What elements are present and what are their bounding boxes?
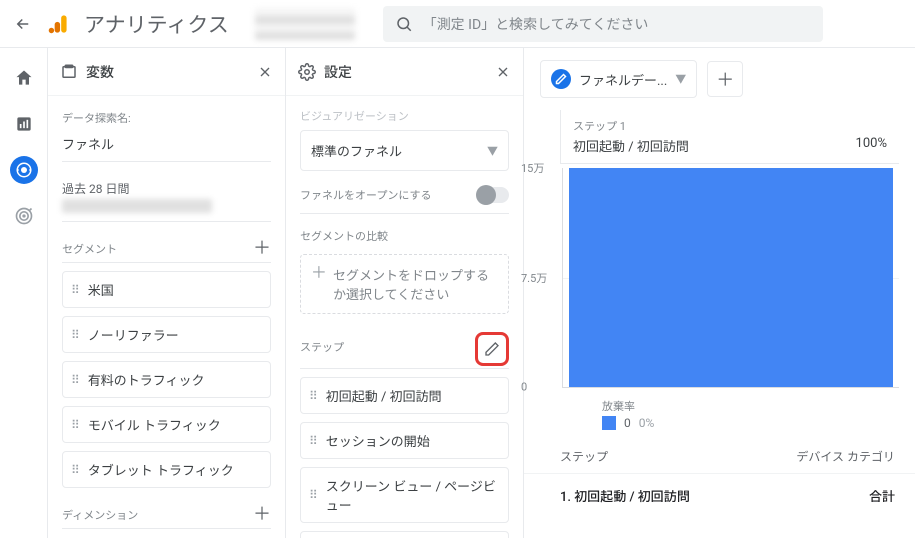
drag-handle-icon: ⠿ <box>309 489 318 501</box>
nav-explore-icon[interactable] <box>10 156 38 184</box>
chart-step-heading: ステップ 1 初回起動 / 初回訪問 100% <box>560 110 899 164</box>
chip-label: モバイル トラフィック <box>88 415 221 434</box>
date-range-blurred <box>62 199 212 213</box>
chip-label: 米国 <box>88 280 114 299</box>
table-cell: 合計 <box>869 486 895 505</box>
chip-label: タブレット トラフィック <box>88 460 234 479</box>
step-name: 初回起動 / 初回訪問 <box>573 136 689 155</box>
legend-swatch <box>602 416 616 430</box>
nav-rail <box>0 48 48 538</box>
plus-icon: ＋ <box>311 265 327 281</box>
search-input[interactable]: 「測定 ID」と検索してみてください <box>383 6 823 42</box>
segment-chip[interactable]: ⠿ モバイル トラフィック <box>62 406 271 443</box>
segment-compare-label: セグメントの比較 <box>300 228 509 244</box>
open-funnel-label: ファネルをオープンにする <box>300 187 431 203</box>
step-chip[interactable]: ⠿購入 <box>300 531 509 538</box>
visualization-dropdown[interactable]: 標準のファネル ▼ <box>300 130 509 171</box>
step-percentage: 100% <box>856 136 887 155</box>
table-header-cell: ステップ <box>560 448 608 465</box>
dropdown-value: 標準のファネル <box>311 141 402 160</box>
dimensions-section-title: ディメンション <box>62 507 138 523</box>
chip-label: 有料のトラフィック <box>88 370 205 389</box>
chip-label: セッションの開始 <box>326 431 430 450</box>
table-cell: 1. 初回起動 / 初回訪問 <box>560 486 690 505</box>
chip-label: ノーリファラー <box>88 325 179 344</box>
analytics-logo-icon <box>46 11 72 37</box>
y-axis-tick: 7.5万 <box>521 270 547 286</box>
back-arrow-icon[interactable] <box>8 9 38 39</box>
nav-reports-icon[interactable] <box>10 110 38 138</box>
drag-handle-icon: ⠿ <box>71 464 80 476</box>
drag-handle-icon: ⠿ <box>309 435 318 447</box>
nav-target-icon[interactable] <box>10 202 38 230</box>
edit-tab-icon <box>551 69 571 89</box>
segment-chip[interactable]: ⠿ タブレット トラフィック <box>62 451 271 488</box>
chip-label: スクリーン ビュー / ページビュー <box>326 476 500 514</box>
variables-icon <box>60 63 78 81</box>
y-axis-tick: 0 <box>521 381 527 394</box>
segment-dropzone[interactable]: ＋ セグメントをドロップするか選択してください <box>300 254 509 314</box>
steps-label: ステップ <box>300 339 344 355</box>
segment-chip[interactable]: ⠿ 米国 <box>62 271 271 308</box>
search-icon <box>395 15 413 33</box>
open-funnel-toggle[interactable] <box>477 187 509 203</box>
chart-bar <box>569 168 893 387</box>
drag-handle-icon: ⠿ <box>71 374 80 386</box>
edit-steps-button-highlighted[interactable] <box>475 332 509 366</box>
legend-title: 放棄率 <box>602 398 654 414</box>
gear-icon <box>298 63 316 81</box>
table-header-cell: デバイス カテゴリ <box>796 448 895 465</box>
step-chip[interactable]: ⠿ スクリーン ビュー / ページビュー <box>300 467 509 523</box>
nav-home-icon[interactable] <box>10 64 38 92</box>
step-kicker: ステップ 1 <box>573 118 887 134</box>
funnel-chart: 15万 7.5万 0 <box>562 168 899 388</box>
exploration-tab[interactable]: ファネルデー... ▼ <box>540 60 697 98</box>
exploration-name-label: データ探索名: <box>62 110 271 126</box>
app-title: アナリティクス <box>84 9 229 39</box>
step-chip[interactable]: ⠿ 初回起動 / 初回訪問 <box>300 377 509 414</box>
close-settings-icon[interactable] <box>495 64 511 80</box>
chevron-down-icon[interactable]: ▼ <box>675 71 686 87</box>
segment-chip[interactable]: ⠿ 有料のトラフィック <box>62 361 271 398</box>
date-range-label[interactable]: 過去 28 日間 <box>62 180 271 197</box>
legend-value: 0 <box>624 416 631 430</box>
add-tab-button[interactable]: ＋ <box>707 61 743 97</box>
exploration-name-input[interactable]: ファネル <box>62 130 271 162</box>
legend-pct: 0% <box>639 416 655 430</box>
add-segment-button[interactable]: ＋ <box>253 240 271 258</box>
close-variables-icon[interactable] <box>257 64 273 80</box>
variables-panel-title: 変数 <box>86 62 114 82</box>
dropzone-text: セグメントをドロップするか選択してください <box>333 265 498 303</box>
drag-handle-icon: ⠿ <box>71 419 80 431</box>
search-placeholder: 「測定 ID」と検索してみてください <box>423 14 649 34</box>
drag-handle-icon: ⠿ <box>71 284 80 296</box>
add-dimension-button[interactable]: ＋ <box>253 506 271 524</box>
step-chip[interactable]: ⠿ セッションの開始 <box>300 422 509 459</box>
table-header-row: ステップ デバイス カテゴリ <box>524 430 915 473</box>
account-selector-blurred[interactable] <box>255 8 355 40</box>
table-row[interactable]: 1. 初回起動 / 初回訪問 合計 <box>524 473 915 513</box>
settings-panel-title: 設定 <box>324 62 352 82</box>
segment-chip[interactable]: ⠿ ノーリファラー <box>62 316 271 353</box>
segments-section-title: セグメント <box>62 241 117 257</box>
chip-label: 初回起動 / 初回訪問 <box>326 386 442 405</box>
visualization-label: ビジュアリゼーション <box>300 108 509 124</box>
drag-handle-icon: ⠿ <box>309 390 318 402</box>
drag-handle-icon: ⠿ <box>71 329 80 341</box>
chart-legend: 放棄率 0 0% <box>602 398 899 430</box>
tab-label: ファネルデー... <box>579 70 667 89</box>
chevron-down-icon: ▼ <box>487 143 498 159</box>
y-axis-tick: 15万 <box>521 160 544 176</box>
pencil-icon <box>484 341 500 357</box>
